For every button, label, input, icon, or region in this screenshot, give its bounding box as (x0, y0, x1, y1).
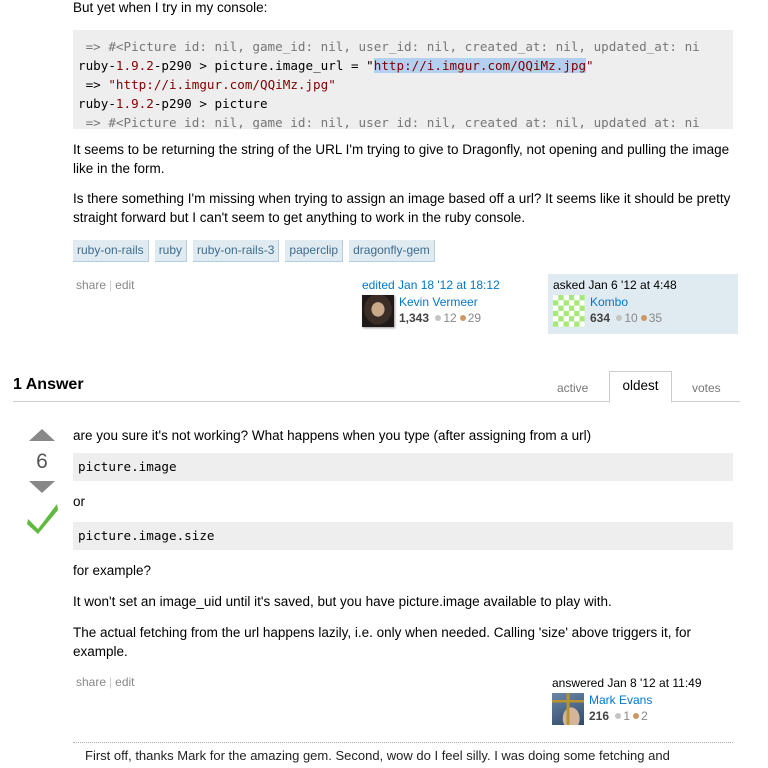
question-tags: ruby-on-rails ruby ruby-on-rails-3 paper… (73, 240, 435, 262)
question-edit-link[interactable]: edit (115, 278, 134, 292)
console-line: => #<Picture id: nil, game_id: nil, user… (78, 37, 728, 56)
silver-badge-icon (615, 713, 622, 720)
answer-post-menu: share | edit (76, 675, 135, 689)
console-token: => #<Picture id: nil, game_id: nil, user… (78, 39, 700, 54)
bronze-badge-count: 35 (648, 311, 663, 325)
console-line: => "http://i.imgur.com/QQiMz.jpg" (78, 75, 728, 94)
asked-timestamp: asked Jan 6 '12 at 4:48 (553, 278, 677, 292)
tag-paperclip[interactable]: paperclip (285, 240, 344, 262)
answer-paragraph-1: It won't set an image_uid until it's sav… (73, 594, 612, 609)
bronze-badge-icon (633, 713, 640, 720)
console-token: " (586, 58, 594, 73)
console-token: 1.9.2 (115, 96, 154, 111)
answers-count-title: 1 Answer (13, 376, 84, 393)
console-token: ruby- (78, 96, 116, 111)
silver-badge-count: 12 (443, 311, 457, 325)
bronze-badge-count: 29 (467, 311, 482, 325)
comment-text: First off, thanks Mark for the amazing g… (85, 748, 670, 763)
accepted-checkmark-icon (27, 504, 58, 534)
bronze-badge-count: 2 (641, 709, 648, 723)
console-token: "http://i.imgur.com/QQiMz.jpg" (108, 77, 336, 92)
editor-username-link[interactable]: Kevin Vermeer (399, 295, 481, 310)
menu-separator: | (109, 675, 113, 689)
kevin-vermeer-avatar[interactable] (362, 295, 394, 327)
console-token: ruby- (78, 58, 116, 73)
answered-timestamp: answered Jan 8 '12 at 11:49 (552, 676, 702, 690)
question-intro-text: But yet when I try in my console: (73, 0, 268, 15)
mark-evans-avatar[interactable] (552, 693, 584, 725)
tab-active[interactable]: active (557, 381, 588, 395)
console-token: 1.9.2 (115, 58, 154, 73)
menu-separator: | (109, 278, 113, 292)
vote-up-icon[interactable] (29, 429, 55, 441)
answer-code-1: picture.image (73, 453, 733, 481)
console-line: ruby-1.9.2-p290 > picture.image_url = "h… (78, 56, 728, 75)
console-line: ruby-1.9.2-p290 > picture (78, 94, 728, 113)
console-token: http://i.imgur.com/QQiMz.jpg (373, 58, 587, 73)
answer-or-text: or (73, 494, 86, 509)
editor-reputation: 1,343 12 29 (399, 310, 481, 326)
tab-oldest[interactable]: oldest (609, 371, 672, 403)
question-share-link[interactable]: share (76, 278, 106, 292)
bronze-badge-icon (459, 315, 466, 322)
asker-reputation: 634 10 35 (590, 310, 662, 326)
bronze-badge-icon (640, 315, 647, 322)
answerer-reputation: 216 12 (589, 708, 652, 724)
reputation-score: 1,343 (399, 311, 430, 325)
vote-down-icon[interactable] (29, 481, 55, 493)
console-token: => #<Picture id: nil, game_id: nil, user… (78, 115, 700, 129)
silver-badge-icon (435, 315, 442, 322)
answerer-username-link[interactable]: Mark Evans (589, 693, 652, 708)
answer-code-2: picture.image.size (73, 522, 733, 550)
answer-paragraph-2: The actual fetching from the url happens… (73, 625, 691, 659)
answer-for-example: for example? (73, 563, 152, 578)
answer-share-link[interactable]: share (76, 675, 106, 689)
kombo-avatar[interactable] (553, 295, 585, 327)
comments-divider (73, 742, 733, 743)
tag-dragonfly-gem[interactable]: dragonfly-gem (349, 240, 435, 262)
silver-badge-count: 10 (624, 311, 638, 325)
question-paragraph-2: Is there something I'm missing when tryi… (73, 191, 731, 225)
edited-timestamp-link[interactable]: edited Jan 18 '12 at 18:12 (362, 278, 500, 293)
tag-ruby-on-rails-3[interactable]: ruby-on-rails-3 (193, 240, 280, 262)
console-line: => #<Picture id: nil, game_id: nil, user… (78, 113, 728, 129)
console-token: => (78, 77, 109, 92)
edited-signature: edited Jan 18 '12 at 18:12 Kevin Vermeer… (362, 278, 500, 327)
vote-count: 6 (36, 450, 48, 473)
answered-signature: answered Jan 8 '12 at 11:49 Mark Evans 2… (552, 676, 702, 725)
silver-badge-icon (616, 315, 623, 322)
question-post-menu: share | edit (76, 278, 135, 292)
asker-username-link[interactable]: Kombo (590, 295, 662, 310)
answer-intro: are you sure it's not working? What happ… (73, 428, 592, 443)
answer-edit-link[interactable]: edit (115, 675, 134, 689)
tag-ruby-on-rails[interactable]: ruby-on-rails (73, 240, 149, 262)
reputation-score: 634 (590, 311, 611, 325)
console-token: -p290 > picture.image_url = " (153, 58, 374, 73)
console-token: -p290 > picture (153, 96, 268, 111)
tag-ruby[interactable]: ruby (154, 240, 188, 262)
tab-votes[interactable]: votes (692, 381, 721, 395)
question-paragraph-1: It seems to be returning the string of t… (73, 142, 730, 176)
console-code-block: => #<Picture id: nil, game_id: nil, user… (73, 30, 733, 129)
silver-badge-count: 1 (623, 709, 631, 723)
reputation-score: 216 (589, 709, 610, 723)
asked-signature: asked Jan 6 '12 at 4:48 Kombo 634 10 35 (548, 274, 738, 334)
